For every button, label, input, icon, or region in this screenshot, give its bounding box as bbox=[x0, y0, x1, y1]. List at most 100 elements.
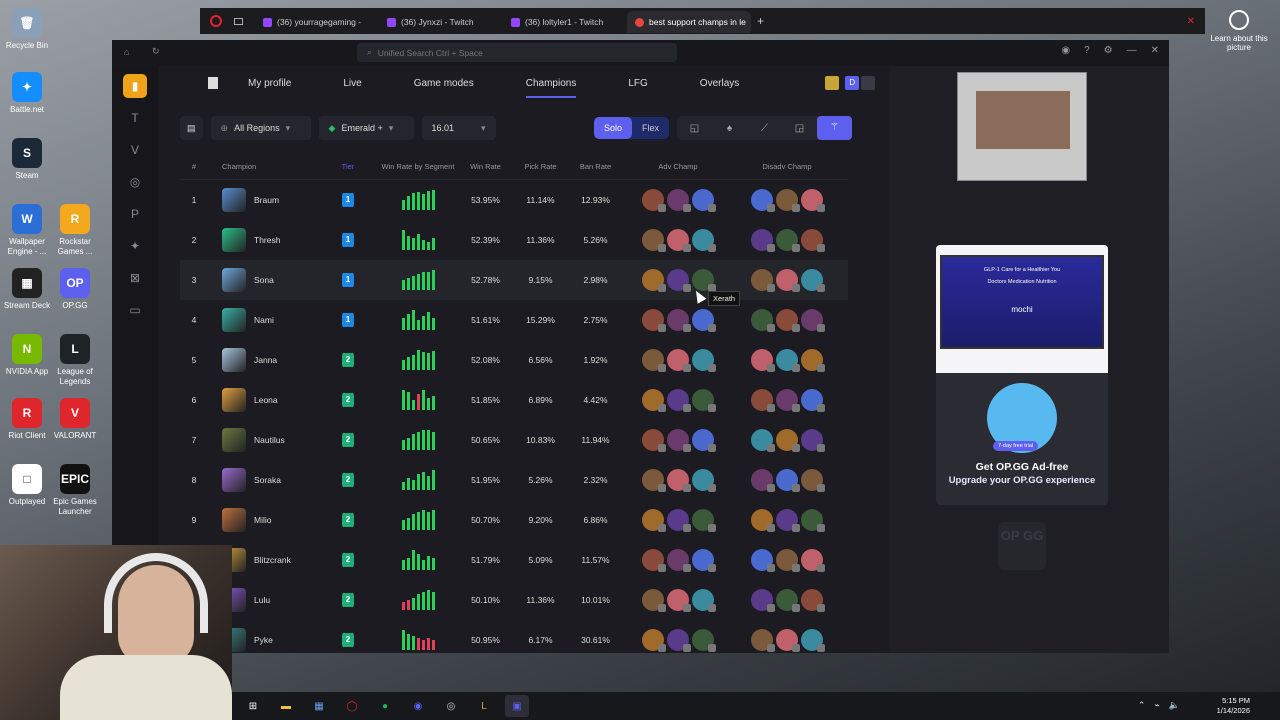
header-win-rate[interactable]: Win Rate bbox=[458, 162, 513, 171]
disadv-champ-icon[interactable] bbox=[751, 229, 775, 252]
disadv-champ-icon[interactable] bbox=[751, 389, 775, 412]
user-avatar-secondary[interactable] bbox=[861, 76, 876, 90]
close-icon[interactable]: ✕ bbox=[1151, 45, 1159, 56]
disadv-champ-icon[interactable] bbox=[801, 429, 825, 452]
sidebar-eternal-icon[interactable]: ✦ bbox=[123, 234, 147, 258]
role-mid-icon[interactable]: ⟋ bbox=[747, 123, 782, 134]
desktop-icon[interactable]: □ Outplayed bbox=[0, 464, 54, 507]
browser-tab[interactable]: best support champs in le bbox=[627, 11, 751, 33]
adv-champ-icon[interactable] bbox=[642, 389, 666, 412]
disadv-champ-icon[interactable] bbox=[801, 589, 825, 612]
disadv-champ-icon[interactable] bbox=[751, 309, 775, 332]
disadv-champ-icon[interactable] bbox=[776, 429, 800, 452]
chevron-up-icon[interactable]: ⌃ bbox=[1138, 700, 1146, 711]
disadv-champ-icon[interactable] bbox=[801, 629, 825, 652]
table-row[interactable]: 2 Thresh 1 52.39% 11.36% 5.26% bbox=[180, 220, 848, 260]
disadv-champ-icon[interactable] bbox=[801, 309, 825, 332]
nav-tab-lfg[interactable]: LFG bbox=[602, 66, 673, 100]
clock[interactable]: 5:15 PM 1/14/2026 bbox=[1217, 696, 1250, 716]
table-row[interactable]: 4 Nami 1 51.61% 15.29% 2.75% bbox=[180, 300, 848, 340]
network-icon[interactable]: ⌁ bbox=[1154, 700, 1159, 711]
table-row[interactable]: 12Pyke250.95%6.17%30.61% bbox=[180, 620, 848, 653]
desktop-icon[interactable]: ▦ Stream Deck bbox=[0, 268, 54, 311]
disadv-champ-icon[interactable] bbox=[751, 189, 775, 212]
adv-champ-icon[interactable] bbox=[667, 549, 691, 572]
minimize-icon[interactable]: — bbox=[1127, 45, 1137, 56]
obs-icon[interactable]: ◎ bbox=[439, 695, 463, 717]
display-ad[interactable]: GLP-1 Care for a Healthier You Doctors M… bbox=[936, 245, 1108, 505]
adv-champ-icon[interactable] bbox=[642, 189, 666, 212]
video-ad[interactable] bbox=[957, 72, 1087, 181]
header-ban-rate[interactable]: Ban Rate bbox=[568, 162, 623, 171]
desktop-icon[interactable]: OP OP.GG bbox=[48, 268, 102, 311]
adv-champ-icon[interactable] bbox=[667, 429, 691, 452]
opera-icon[interactable]: ◯ bbox=[340, 695, 364, 717]
league-icon[interactable]: L bbox=[472, 695, 496, 717]
desktop-icon[interactable]: S Steam bbox=[0, 138, 54, 181]
table-row[interactable]: 5 Janna 2 52.08% 6.56% 1.92% bbox=[180, 340, 848, 380]
adv-champ-icon[interactable] bbox=[667, 349, 691, 372]
browser-tab[interactable]: (36) loltyler1 - Twitch bbox=[503, 11, 627, 33]
desktop-icon[interactable]: R Rockstar Games ... bbox=[48, 204, 102, 257]
disadv-champ-icon[interactable] bbox=[801, 469, 825, 492]
sidebar-pubg-icon[interactable]: P bbox=[123, 202, 147, 226]
discord-icon[interactable]: ◉ bbox=[406, 695, 430, 717]
champion-cell[interactable]: Soraka bbox=[208, 468, 318, 492]
adv-champ-icon[interactable] bbox=[692, 229, 716, 252]
rank-select[interactable]: ◆ Emerald + ▾ bbox=[318, 116, 414, 140]
ad-banner[interactable]: GLP-1 Care for a Healthier You Doctors M… bbox=[940, 255, 1104, 349]
sidebar-tft-icon[interactable]: T bbox=[123, 106, 147, 130]
queue-solo-button[interactable]: Solo bbox=[593, 117, 632, 139]
disadv-champ-icon[interactable] bbox=[776, 349, 800, 372]
calendar-icon[interactable]: ▦ bbox=[307, 695, 331, 717]
table-row[interactable]: 8 Soraka 2 51.95% 5.26% 2.32% bbox=[180, 460, 848, 500]
adv-champ-icon[interactable] bbox=[642, 509, 666, 532]
table-row[interactable]: 6 Leona 2 51.85% 6.89% 4.42% bbox=[180, 380, 848, 420]
desktop-icon[interactable]: W Wallpaper Engine - ... bbox=[0, 204, 54, 257]
tab-manager-icon[interactable] bbox=[234, 17, 243, 25]
learn-about-picture[interactable]: Learn about this picture bbox=[1208, 10, 1270, 52]
disadv-champ-icon[interactable] bbox=[801, 389, 825, 412]
disadv-champ-icon[interactable] bbox=[776, 269, 800, 292]
settings-icon[interactable]: ⚙ bbox=[1104, 45, 1113, 56]
close-window-icon[interactable]: ✕ bbox=[1187, 16, 1195, 27]
adv-champ-icon[interactable] bbox=[642, 469, 666, 492]
desktop-icon[interactable]: N NVIDIA App bbox=[0, 334, 54, 377]
disadv-champ-icon[interactable] bbox=[776, 589, 800, 612]
opera-icon[interactable] bbox=[210, 15, 222, 27]
volume-icon[interactable]: 🔈 bbox=[1169, 700, 1180, 711]
queue-flex-button[interactable]: Flex bbox=[632, 117, 669, 139]
nav-tab-live[interactable]: Live bbox=[317, 66, 387, 100]
adv-champ-icon[interactable] bbox=[667, 189, 691, 212]
header-tier[interactable]: Tier bbox=[318, 162, 378, 171]
role-support-icon[interactable]: ⚚ bbox=[817, 116, 852, 140]
adv-champ-icon[interactable] bbox=[667, 229, 691, 252]
disadv-champ-icon[interactable] bbox=[751, 349, 775, 372]
adv-champ-icon[interactable] bbox=[692, 509, 716, 532]
disadv-champ-icon[interactable] bbox=[776, 549, 800, 572]
table-row[interactable]: 10Blitzcrank251.79%5.09%11.57% bbox=[180, 540, 848, 580]
role-top-icon[interactable]: ◱ bbox=[677, 123, 712, 134]
nav-tab-overlays[interactable]: Overlays bbox=[674, 66, 765, 100]
desktop-icon[interactable]: EPIC Epic Games Launcher bbox=[48, 464, 102, 517]
disadv-champ-icon[interactable] bbox=[751, 549, 775, 572]
adv-champ-icon[interactable] bbox=[667, 509, 691, 532]
desktop-icon[interactable]: V VALORANT bbox=[48, 398, 102, 441]
lol-logo-icon[interactable] bbox=[208, 77, 218, 89]
disadv-champ-icon[interactable] bbox=[776, 509, 800, 532]
discord-icon[interactable]: ◉ bbox=[1061, 45, 1070, 56]
disadv-champ-icon[interactable] bbox=[801, 229, 825, 252]
sidebar-valorant-icon[interactable]: V bbox=[123, 138, 147, 162]
adv-champ-icon[interactable] bbox=[667, 269, 691, 292]
refresh-icon[interactable]: ↻ bbox=[152, 46, 160, 57]
adv-champ-icon[interactable] bbox=[667, 469, 691, 492]
adv-champ-icon[interactable] bbox=[692, 189, 716, 212]
adv-champ-icon[interactable] bbox=[667, 389, 691, 412]
disadv-champ-icon[interactable] bbox=[776, 629, 800, 652]
adv-champ-icon[interactable] bbox=[667, 309, 691, 332]
champion-cell[interactable]: Nami bbox=[208, 308, 318, 332]
disadv-champ-icon[interactable] bbox=[751, 269, 775, 292]
disadv-champ-icon[interactable] bbox=[801, 269, 825, 292]
file-explorer-icon[interactable]: ▬ bbox=[274, 695, 298, 717]
table-row[interactable]: 3 Sona 1 52.78% 9.15% 2.98% bbox=[180, 260, 848, 300]
